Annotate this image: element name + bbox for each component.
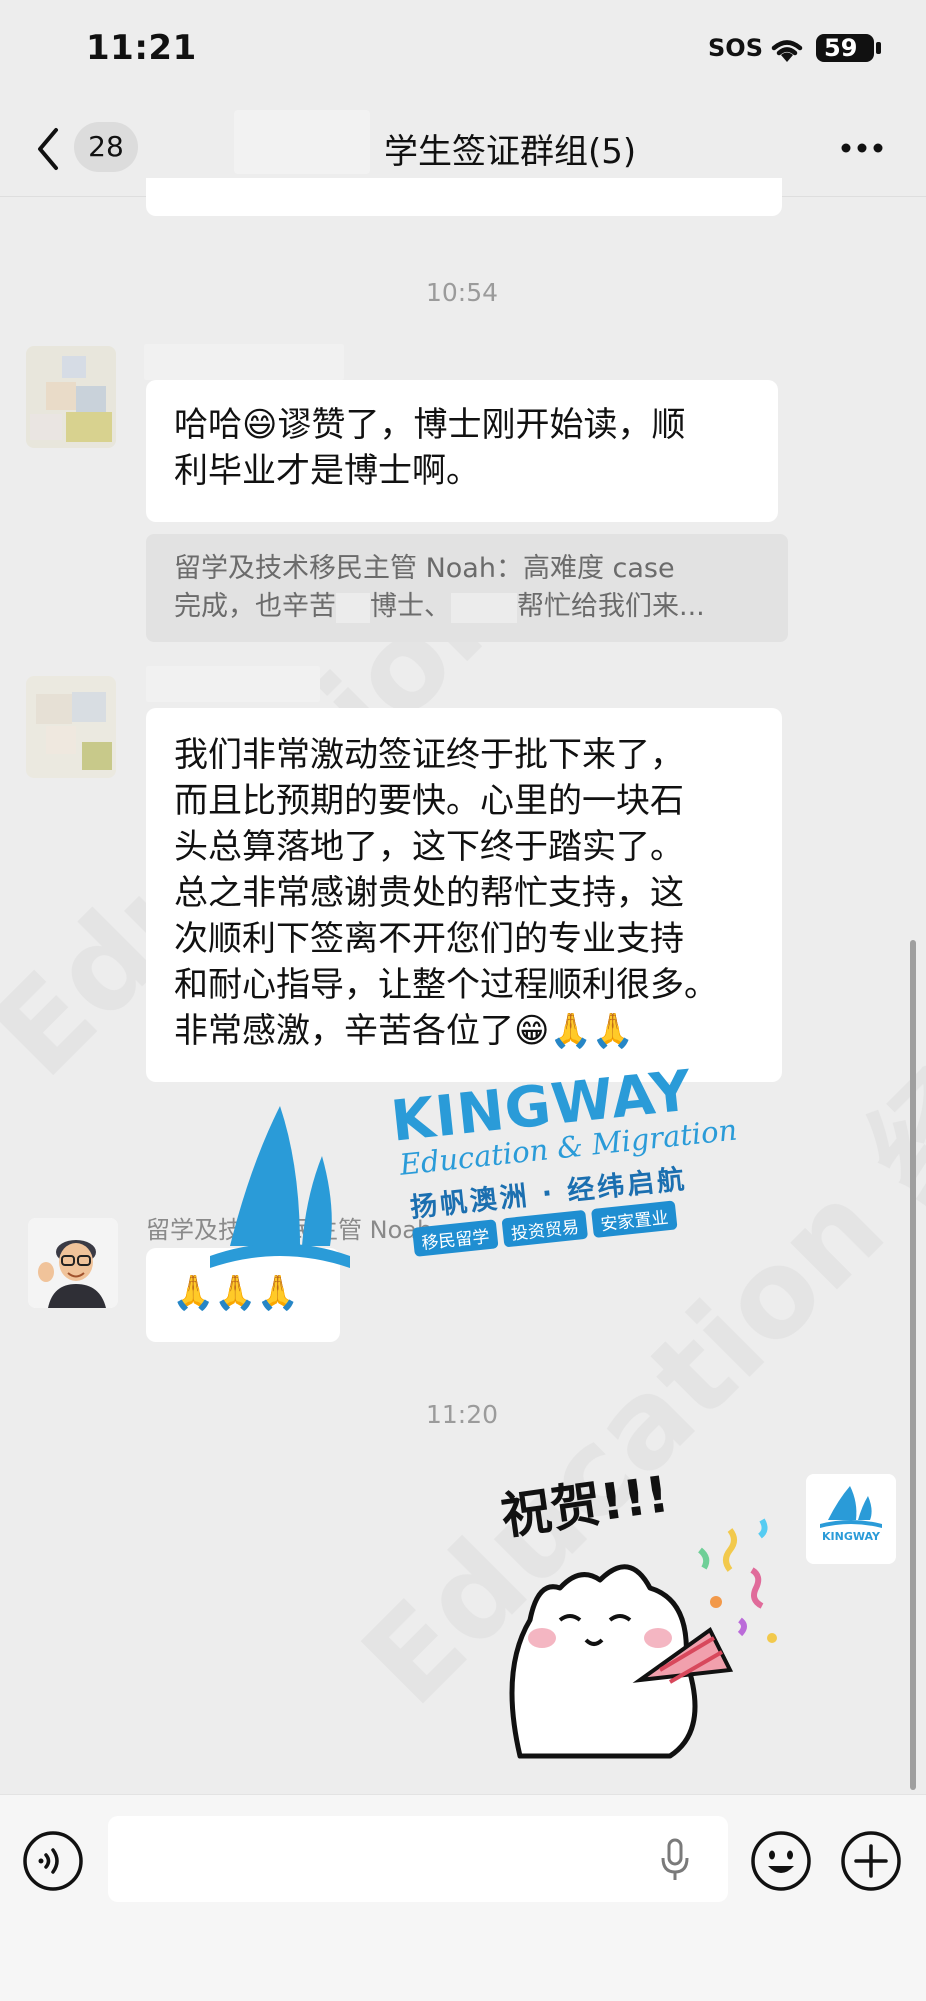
battery-icon: 59: [816, 34, 874, 62]
sender-name-redacted: [144, 344, 344, 380]
quoted-reply[interactable]: 留学及技术移民主管 Noah：高难度 case 完成，也辛苦 博士、 帮忙给我们来.…: [146, 534, 788, 642]
avatar-brand-text: KINGWAY: [822, 1530, 881, 1543]
status-time: 11:21: [86, 28, 197, 68]
redacted-area: [234, 110, 370, 174]
battery-cap: [876, 42, 881, 54]
redacted-name: [451, 592, 517, 623]
kingway-sail-logo-icon: [210, 1106, 350, 1268]
confetti: [698, 1518, 777, 1643]
message-bubble[interactable]: 哈哈😄谬赞了，博士刚开始读，顺 利毕业才是博士啊。: [146, 380, 778, 522]
celebration-sticker[interactable]: 祝贺!!!: [490, 1465, 786, 1770]
kingway-logo-icon: KINGWAY: [806, 1474, 896, 1564]
message-bubble[interactable]: 我们非常激动签证终于批下来了， 而且比预期的要快。心里的一块石 头总算落地了，这…: [146, 708, 782, 1082]
microphone-icon[interactable]: [660, 1838, 690, 1884]
timestamp: 10:54: [425, 278, 499, 307]
quote-text-c: 帮忙给我们来...: [517, 591, 705, 622]
cat-party-sticker-icon: 祝贺!!!: [498, 1465, 777, 1759]
message-input[interactable]: [108, 1816, 728, 1902]
quote-line-2: 完成，也辛苦 博士、 帮忙给我们来...: [174, 588, 705, 626]
quote-line-1: 留学及技术移民主管 Noah：高难度 case: [174, 553, 675, 584]
plus-icon[interactable]: [840, 1830, 902, 1892]
quote-text-b: 博士、: [370, 591, 451, 622]
emoji-icon[interactable]: [750, 1830, 812, 1892]
voice-toggle-icon[interactable]: [22, 1830, 84, 1892]
wifi-icon: [771, 40, 803, 62]
message-text: 我们非常激动签证终于批下来了， 而且比预期的要快。心里的一块石 头总算落地了，这…: [174, 735, 718, 1051]
avatar[interactable]: [26, 346, 116, 448]
avatar[interactable]: [28, 1218, 118, 1308]
chat-title: 学生签证群组(5): [384, 132, 637, 172]
battery-level: 59: [824, 34, 858, 62]
sos-indicator: SOS: [708, 34, 763, 62]
scrollbar[interactable]: [910, 940, 916, 1790]
avatar[interactable]: KINGWAY: [806, 1474, 896, 1564]
redacted-name: [336, 592, 370, 623]
sticker-text: 祝贺!!!: [498, 1470, 673, 1546]
avatar[interactable]: [26, 676, 116, 778]
chevron-left-icon[interactable]: [34, 124, 64, 174]
unread-count-badge[interactable]: 28: [74, 122, 138, 172]
more-dots-icon[interactable]: [840, 142, 884, 154]
memoji-avatar-icon: [28, 1218, 118, 1308]
sender-name-redacted: [146, 666, 320, 702]
message-text: 哈哈😄谬赞了，博士刚开始读，顺 利毕业才是博士啊。: [174, 405, 686, 491]
timestamp: 11:20: [425, 1400, 499, 1429]
quote-text-a: 完成，也辛苦: [174, 591, 336, 622]
